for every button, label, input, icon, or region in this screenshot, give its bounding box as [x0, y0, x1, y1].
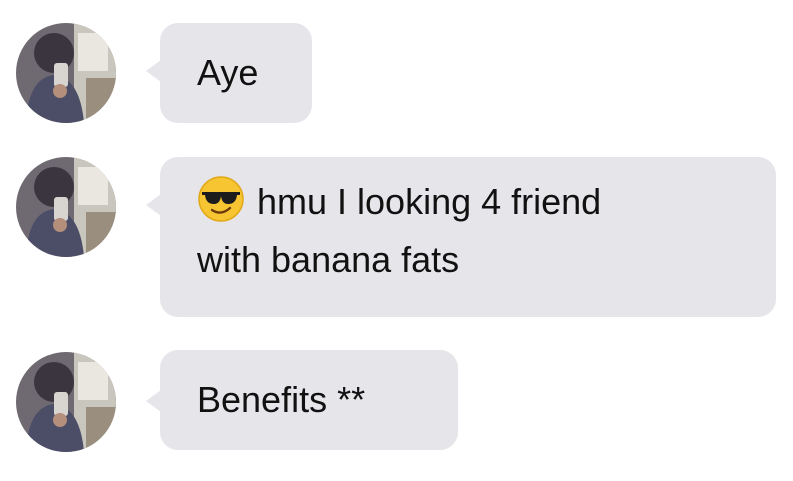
message-text-line: hmu I looking 4 friend	[197, 173, 776, 231]
avatar[interactable]	[16, 23, 116, 123]
avatar-photo	[16, 352, 116, 452]
message-bubble[interactable]: Benefits **	[146, 350, 458, 450]
bubble-tail	[146, 60, 161, 82]
message-bubble[interactable]: Aye	[146, 23, 312, 123]
bubble-tail	[146, 390, 161, 412]
message-text-line: with banana fats	[197, 239, 460, 280]
sunglasses-face-icon	[198, 176, 244, 222]
message-bubble[interactable]: hmu I looking 4 friend with banana fats	[146, 157, 776, 317]
avatar[interactable]	[16, 352, 116, 452]
avatar-photo	[16, 157, 116, 257]
message-text-line: Benefits **	[197, 379, 366, 420]
message-thread: Aye hmu I looking 4 friend with banana f…	[0, 0, 793, 481]
avatar-photo	[16, 23, 116, 123]
bubble-tail	[146, 194, 161, 216]
avatar[interactable]	[16, 157, 116, 257]
message-text-line: Aye	[197, 52, 259, 93]
message-text: hmu I looking 4 friend	[257, 181, 602, 222]
